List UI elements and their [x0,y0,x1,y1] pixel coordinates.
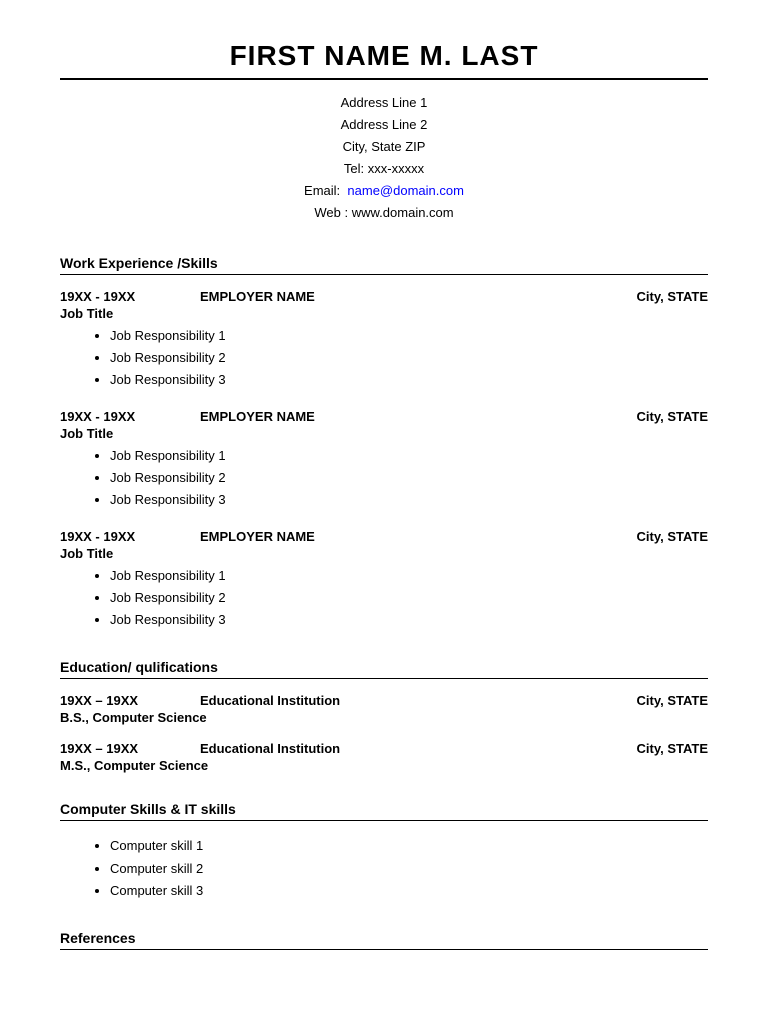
edu-entry-1: 19XX – 19XX Educational Institution City… [60,693,708,725]
edu-location-1: City, STATE [588,693,708,708]
address-line2: Address Line 2 [60,114,708,136]
job-location-1: City, STATE [588,289,708,304]
job-title-3: Job Title [60,546,708,561]
list-item: Job Responsibility 1 [110,325,708,347]
job-entry-1: 19XX - 19XX EMPLOYER NAME City, STATE Jo… [60,289,708,391]
job-dates-2: 19XX - 19XX [60,409,170,424]
header-divider [60,78,708,80]
email-link[interactable]: name@domain.com [347,183,464,198]
job-location-3: City, STATE [588,529,708,544]
tel-line: Tel: xxx-xxxxx [60,158,708,180]
job-employer-3: EMPLOYER NAME [170,529,588,544]
edu-row-1: 19XX – 19XX Educational Institution City… [60,693,708,708]
job-employer-1: EMPLOYER NAME [170,289,588,304]
list-item: Job Responsibility 3 [110,489,708,511]
list-item: Job Responsibility 3 [110,609,708,631]
list-item: Job Responsibility 1 [110,565,708,587]
web-value: www.domain.com [352,205,454,220]
job-duties-3: Job Responsibility 1 Job Responsibility … [60,565,708,631]
edu-row-2: 19XX – 19XX Educational Institution City… [60,741,708,756]
header: FIRST NAME M. LAST Address Line 1 Addres… [60,40,708,225]
tel-label: Tel: [344,161,364,176]
email-label: Email: [304,183,340,198]
skills-list: Computer skill 1 Computer skill 2 Comput… [60,835,708,901]
job-row-3: 19XX - 19XX EMPLOYER NAME City, STATE [60,529,708,544]
web-label: Web : [314,205,348,220]
edu-institution-1: Educational Institution [170,693,588,708]
list-item: Computer skill 2 [110,858,708,880]
list-item: Job Responsibility 2 [110,347,708,369]
edu-degree-1: B.S., Computer Science [60,710,708,725]
list-item: Computer skill 3 [110,880,708,902]
web-line: Web : www.domain.com [60,202,708,224]
job-title-2: Job Title [60,426,708,441]
full-name: FIRST NAME M. LAST [60,40,708,72]
address-line1: Address Line 1 [60,92,708,114]
job-duties-2: Job Responsibility 1 Job Responsibility … [60,445,708,511]
edu-entry-2: 19XX – 19XX Educational Institution City… [60,741,708,773]
education-section: Education/ qulifications 19XX – 19XX Edu… [60,659,708,773]
computer-skills-header: Computer Skills & IT skills [60,801,708,821]
edu-dates-1: 19XX – 19XX [60,693,170,708]
contact-info: Address Line 1 Address Line 2 City, Stat… [60,92,708,225]
references-header: References [60,930,708,950]
list-item: Job Responsibility 1 [110,445,708,467]
job-employer-2: EMPLOYER NAME [170,409,588,424]
computer-skills-section: Computer Skills & IT skills Computer ski… [60,801,708,901]
references-section: References [60,930,708,950]
city-state-zip: City, State ZIP [60,136,708,158]
list-item: Job Responsibility 2 [110,467,708,489]
job-row-2: 19XX - 19XX EMPLOYER NAME City, STATE [60,409,708,424]
edu-degree-2: M.S., Computer Science [60,758,708,773]
list-item: Job Responsibility 2 [110,587,708,609]
work-experience-header: Work Experience /Skills [60,255,708,275]
tel-value: xxx-xxxxx [368,161,424,176]
education-header: Education/ qulifications [60,659,708,679]
job-entry-3: 19XX - 19XX EMPLOYER NAME City, STATE Jo… [60,529,708,631]
job-title-1: Job Title [60,306,708,321]
edu-institution-2: Educational Institution [170,741,588,756]
resume-page: FIRST NAME M. LAST Address Line 1 Addres… [0,0,768,1018]
job-dates-1: 19XX - 19XX [60,289,170,304]
job-duties-1: Job Responsibility 1 Job Responsibility … [60,325,708,391]
job-dates-3: 19XX - 19XX [60,529,170,544]
list-item: Job Responsibility 3 [110,369,708,391]
job-location-2: City, STATE [588,409,708,424]
work-experience-section: Work Experience /Skills 19XX - 19XX EMPL… [60,255,708,632]
job-row-1: 19XX - 19XX EMPLOYER NAME City, STATE [60,289,708,304]
list-item: Computer skill 1 [110,835,708,857]
email-line: Email: name@domain.com [60,180,708,202]
edu-location-2: City, STATE [588,741,708,756]
edu-dates-2: 19XX – 19XX [60,741,170,756]
job-entry-2: 19XX - 19XX EMPLOYER NAME City, STATE Jo… [60,409,708,511]
